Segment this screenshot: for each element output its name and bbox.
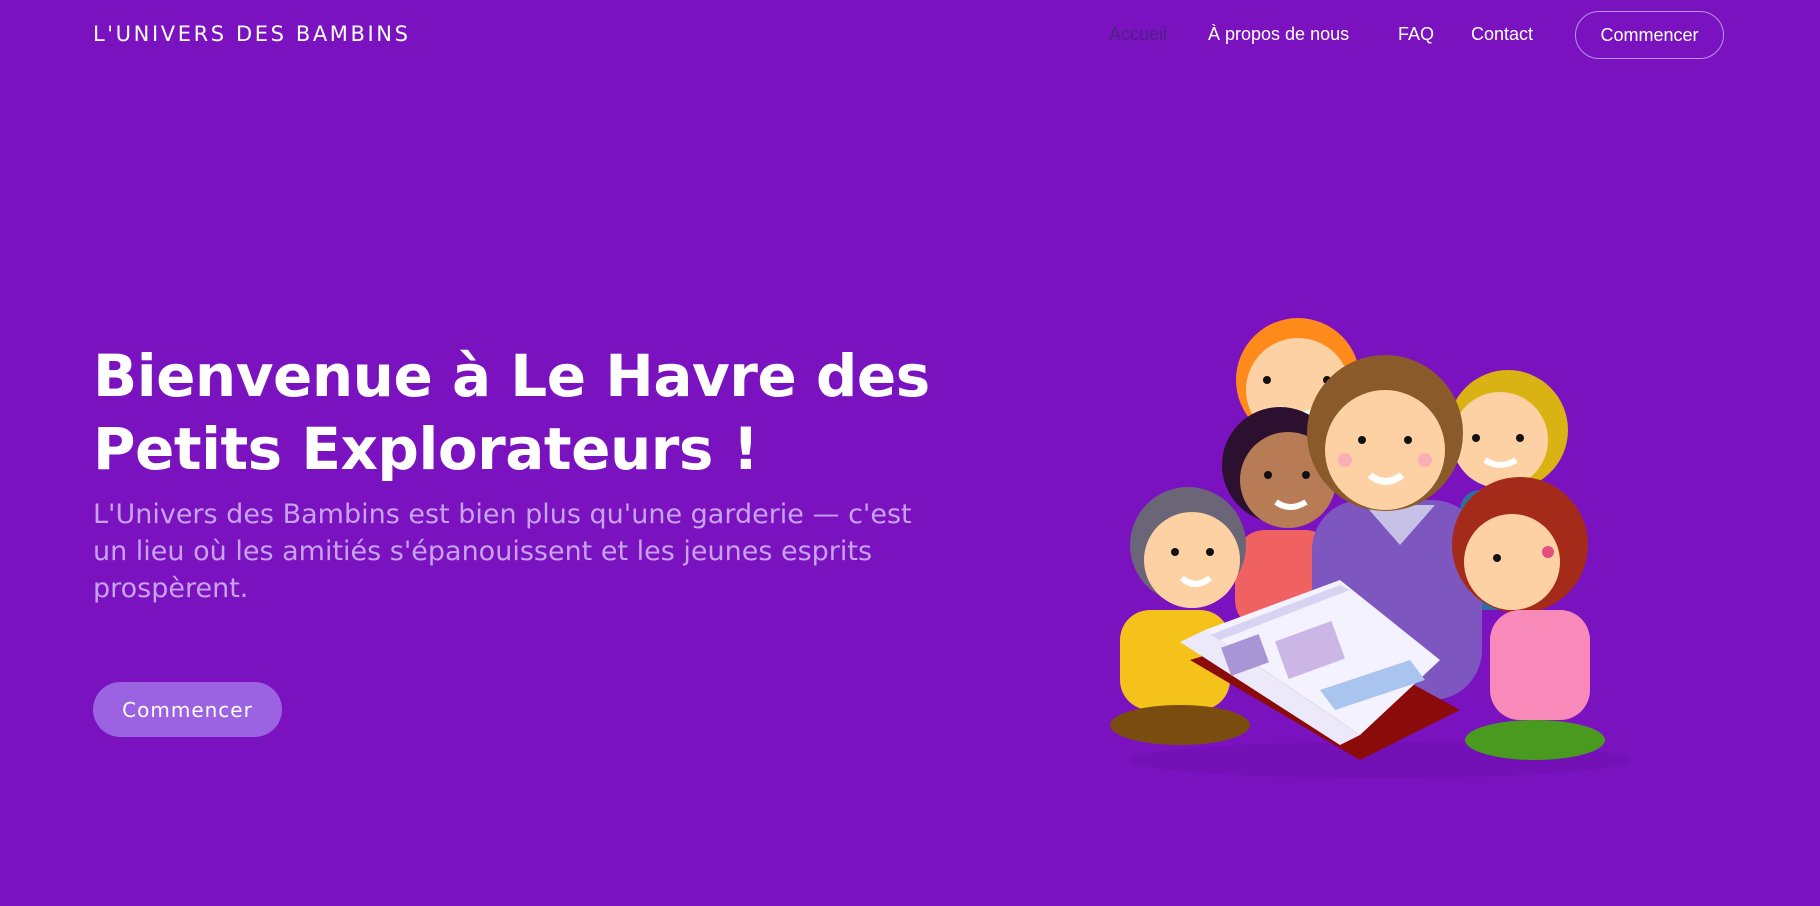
nav-link-faq[interactable]: FAQ [1398, 24, 1434, 45]
top-navbar: L'UNIVERS DES BAMBINS Accueil À propos d… [0, 0, 1820, 72]
hero-title: Bienvenue à Le Havre des Petits Explorat… [93, 342, 930, 483]
hero-start-button[interactable]: Commencer [93, 682, 282, 737]
site-logo[interactable]: L'UNIVERS DES BAMBINS [93, 22, 411, 46]
nav-link-a-propos[interactable]: À propos de nous [1208, 24, 1349, 45]
nav-link-accueil[interactable]: Accueil [1109, 24, 1167, 45]
child-grey-hair [1110, 487, 1250, 745]
nav-link-contact[interactable]: Contact [1471, 24, 1533, 45]
children-reading-book-illustration [1110, 318, 1630, 778]
nav-start-button[interactable]: Commencer [1575, 11, 1724, 59]
hero-subtitle: L'Univers des Bambins est bien plus qu'u… [93, 499, 912, 604]
